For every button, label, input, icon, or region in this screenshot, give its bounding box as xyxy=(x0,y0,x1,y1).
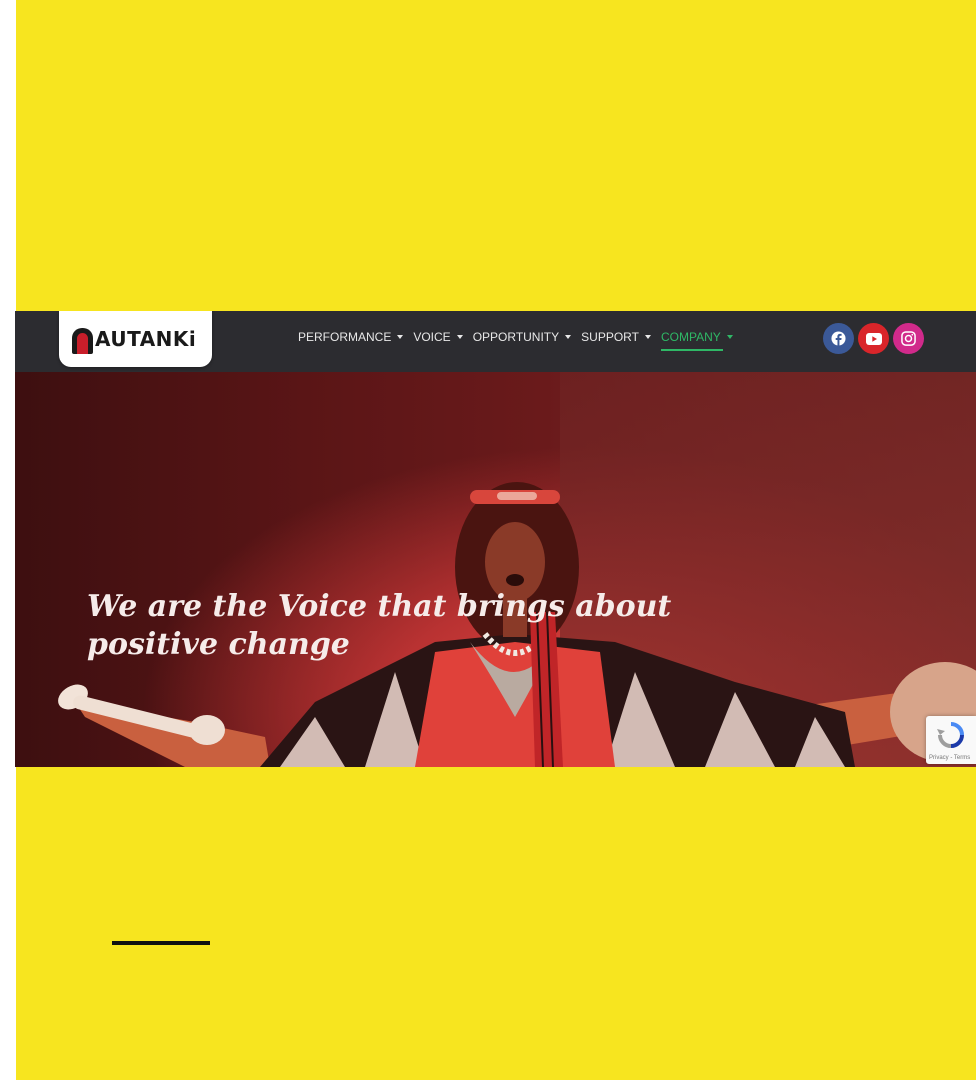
active-underline xyxy=(660,349,723,351)
recaptcha-icon xyxy=(937,722,964,748)
recaptcha-badge[interactable]: Privacy - Terms xyxy=(926,716,976,764)
nav-item-label: COMPANY xyxy=(660,330,721,344)
logo-text: AUTANKi xyxy=(95,327,197,351)
decorative-dash xyxy=(112,941,210,945)
main-menu: PERFORMANCE VOICE OPPORTUNITY SUPPORT CO… xyxy=(298,330,743,351)
logo-arch-icon xyxy=(72,328,93,354)
youtube-link[interactable] xyxy=(858,323,889,354)
nav-item-opportunity[interactable]: OPPORTUNITY xyxy=(472,330,572,344)
nav-item-label: VOICE xyxy=(413,330,451,344)
caret-down-icon xyxy=(397,335,404,339)
nav-item-voice[interactable]: VOICE xyxy=(413,330,463,344)
hero-headline-line1: We are the Voice that brings about xyxy=(87,589,672,624)
nav-item-company[interactable]: COMPANY xyxy=(660,330,733,351)
nav-item-performance[interactable]: PERFORMANCE xyxy=(298,330,404,344)
hero-headline-line2: positive change xyxy=(87,627,350,662)
facebook-link[interactable] xyxy=(823,323,854,354)
caret-down-icon xyxy=(456,335,463,339)
nav-item-label: PERFORMANCE xyxy=(298,330,392,344)
instagram-link[interactable] xyxy=(893,323,924,354)
caret-down-icon xyxy=(565,335,572,339)
site-navbar: AUTANKi PERFORMANCE VOICE OPPORTUNITY SU… xyxy=(15,311,976,372)
youtube-icon xyxy=(865,332,882,345)
hero-banner: We are the Voice that brings about posit… xyxy=(15,372,976,767)
site-logo[interactable]: AUTANKi xyxy=(59,311,212,367)
performer-image xyxy=(58,482,976,767)
nav-item-label: SUPPORT xyxy=(581,330,639,344)
hero-headline: We are the Voice that brings about posit… xyxy=(87,588,727,664)
website-screenshot: AUTANKi PERFORMANCE VOICE OPPORTUNITY SU… xyxy=(15,311,976,767)
caret-down-icon xyxy=(726,335,733,339)
recaptcha-privacy-terms[interactable]: Privacy - Terms xyxy=(929,755,970,761)
nav-item-support[interactable]: SUPPORT xyxy=(581,330,651,344)
caret-down-icon xyxy=(644,335,651,339)
nav-item-label: OPPORTUNITY xyxy=(472,330,560,344)
instagram-icon xyxy=(901,331,916,346)
facebook-icon xyxy=(831,331,846,346)
